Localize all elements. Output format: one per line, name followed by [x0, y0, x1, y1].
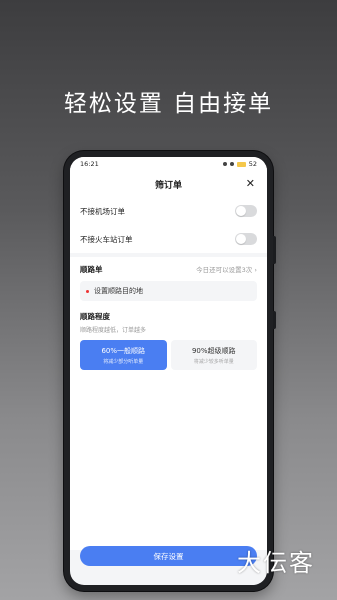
level-option-90[interactable]: 90%超级顺路 将减少较多听单量	[170, 340, 257, 370]
battery-icon	[236, 161, 246, 167]
option-title: 60%一般顺路	[101, 346, 146, 355]
signal-icon	[222, 162, 227, 166]
toggle-label: 不接机场订单	[80, 206, 125, 216]
volume-button	[273, 236, 276, 264]
location-dot-icon	[86, 289, 89, 293]
toggle-row-train: 不接火车站订单	[80, 225, 257, 253]
status-time: 16:21	[80, 160, 99, 168]
train-station-toggle[interactable]	[235, 233, 257, 245]
save-button[interactable]: 保存设置	[80, 546, 257, 566]
toggle-row-airport: 不接机场订单	[80, 197, 257, 225]
close-icon[interactable]: ✕	[246, 177, 255, 190]
toggle-label: 不接火车站订单	[80, 234, 133, 244]
route-section: 顺路单 今日还可以设置3次 › 设置顺路目的地 顺路程度 顺路程度越低，订单越多…	[70, 257, 267, 370]
option-title: 90%超级顺路	[191, 346, 236, 355]
battery-level: 52	[248, 160, 257, 168]
sheet-title: 筛订单	[154, 180, 182, 191]
headline: 轻松设置 自由接单	[63, 91, 274, 117]
level-option-60[interactable]: 60%一般顺路 将减少部分听单量	[80, 340, 167, 370]
route-header[interactable]: 顺路单 今日还可以设置3次 ›	[80, 257, 257, 281]
airport-toggle[interactable]	[235, 205, 257, 217]
destination-placeholder: 设置顺路目的地	[94, 287, 143, 295]
level-title: 顺路程度	[80, 312, 110, 321]
level-options: 60%一般顺路 将减少部分听单量 90%超级顺路 将减少较多听单量	[80, 340, 257, 370]
chevron-right-icon: ›	[254, 266, 257, 274]
route-title: 顺路单	[80, 264, 103, 274]
destination-input[interactable]: 设置顺路目的地	[80, 281, 257, 301]
phone-frame: 16:21 52 筛订单 ✕ 不接机场订单 不接火车站订单 顺路单 今日还可以设…	[64, 151, 276, 591]
route-hint-text: 今日还可以设置3次	[196, 266, 253, 274]
sheet-header: 筛订单 ✕	[70, 171, 267, 197]
sheet-body-fill	[70, 370, 267, 550]
level-subtitle: 顺路程度越低，订单越多	[80, 327, 147, 334]
option-sub: 将减少较多听单量	[193, 358, 234, 365]
phone-screen: 16:21 52 筛订单 ✕ 不接机场订单 不接火车站订单 顺路单 今日还可以设…	[70, 157, 267, 585]
wifi-icon	[229, 162, 234, 166]
filter-toggles: 不接机场订单 不接火车站订单	[70, 197, 267, 253]
status-bar: 16:21 52	[70, 157, 267, 171]
route-hint: 今日还可以设置3次 ›	[196, 264, 257, 274]
status-icons: 52	[222, 160, 257, 168]
watermark: 大伝客	[237, 549, 315, 577]
power-button	[273, 311, 276, 329]
option-sub: 将减少部分听单量	[103, 358, 144, 365]
